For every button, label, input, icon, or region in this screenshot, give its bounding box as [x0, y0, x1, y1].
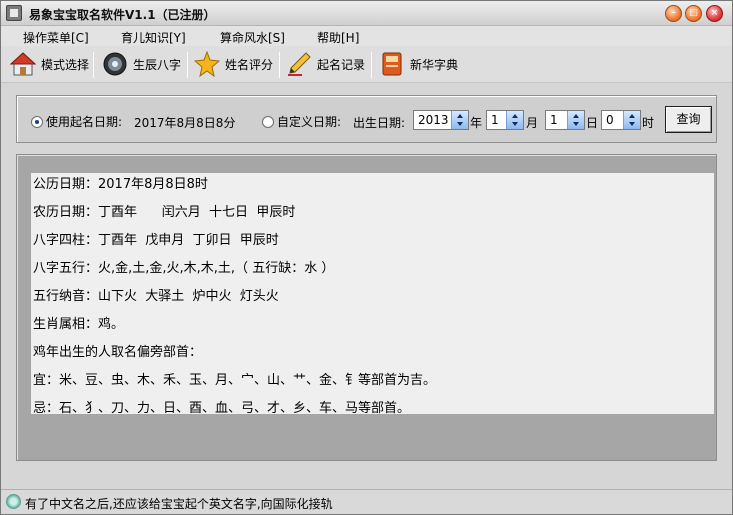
naming-date-value: 2017年8月8日8分: [134, 116, 236, 130]
result-line-four-pillars: 八字四柱：丁酉年 戊申月 丁卯日 甲辰时: [33, 233, 279, 248]
year-spinner[interactable]: 2013: [413, 110, 469, 130]
spinner-arrows-icon[interactable]: [623, 111, 640, 129]
day-spinner[interactable]: 1: [545, 110, 585, 130]
toolbar-divider: [371, 52, 372, 78]
year-unit: 年: [470, 116, 483, 130]
mode-select-label: 模式选择: [41, 57, 90, 72]
spinner-arrows-icon[interactable]: [567, 111, 584, 129]
custom-date-radio[interactable]: 自定义日期:: [262, 113, 341, 130]
hour-value: 0: [606, 113, 614, 127]
main-window: 易象宝宝取名软件V1.1（已注册） – □ × 操作菜单[C] 育儿知识[Y] …: [0, 0, 733, 515]
radio-selected-icon: [31, 115, 43, 128]
house-icon: [10, 52, 36, 76]
naming-record-button[interactable]: 起名记录: [286, 49, 365, 79]
window-title: 易象宝宝取名软件V1.1（已注册）: [29, 8, 216, 22]
day-unit: 日: [586, 116, 599, 130]
xinhua-dictionary-label: 新华字典: [410, 57, 459, 72]
month-value: 1: [491, 113, 499, 127]
result-line-bad-radicals: 忌：石、犭、刀、力、日、酉、血、弓、才、乡、车、马等部首。: [33, 401, 411, 416]
toolbar-divider: [187, 52, 188, 78]
use-naming-date-radio[interactable]: 使用起名日期:: [31, 113, 122, 130]
maximize-icon: □: [689, 8, 698, 18]
toolbar-divider: [93, 52, 94, 78]
spinner-arrows-icon[interactable]: [506, 111, 523, 129]
result-line-lunar-date: 农历日期：丁酉年 闰六月 十七日 甲辰时: [33, 205, 296, 220]
custom-date-label: 自定义日期:: [277, 115, 342, 129]
status-bar: 有了中文名之后,还应该给宝宝起个英文名字,向国际化接轨: [1, 489, 732, 514]
star-icon: [194, 51, 220, 77]
pen-icon: [288, 52, 311, 76]
result-line-nayin: 五行纳音：山下火 大驿土 炉中火 灯头火: [33, 289, 279, 304]
month-unit: 月: [526, 116, 539, 130]
birth-bazi-button[interactable]: 生辰八字: [102, 49, 181, 79]
camera-lens-icon: [103, 52, 127, 76]
result-panel: 公历日期：2017年8月8日8时 农历日期：丁酉年 闰六月 十七日 甲辰时 八字…: [16, 154, 717, 461]
result-text-area: 公历日期：2017年8月8日8时 农历日期：丁酉年 闰六月 十七日 甲辰时 八字…: [31, 173, 714, 416]
radio-unselected-icon: [262, 115, 274, 128]
query-button[interactable]: 查询: [665, 106, 712, 133]
birth-bazi-label: 生辰八字: [133, 57, 182, 72]
toolbar: 模式选择 生辰八字 姓名评分 起名记录 新华字典: [1, 46, 732, 83]
spinner-arrows-icon[interactable]: [451, 111, 468, 129]
minimize-icon: –: [671, 8, 676, 18]
menu-help[interactable]: 帮助[H]: [317, 29, 359, 46]
xinhua-dictionary-button[interactable]: 新华字典: [379, 49, 458, 79]
minimize-button[interactable]: –: [665, 5, 682, 22]
menu-fortune[interactable]: 算命风水[S]: [220, 29, 285, 46]
menu-operation[interactable]: 操作菜单[C]: [23, 29, 89, 46]
name-score-button[interactable]: 姓名评分: [194, 49, 273, 79]
use-naming-date-label: 使用起名日期:: [46, 115, 123, 129]
menu-parenting[interactable]: 育儿知识[Y]: [121, 29, 186, 46]
name-score-label: 姓名评分: [225, 57, 274, 72]
status-info-icon: [6, 494, 21, 509]
hour-spinner[interactable]: 0: [601, 110, 641, 130]
month-spinner[interactable]: 1: [486, 110, 524, 130]
naming-record-label: 起名记录: [317, 57, 366, 72]
status-message: 有了中文名之后,还应该给宝宝起个英文名字,向国际化接轨: [25, 497, 333, 511]
result-line-good-radicals: 宜：米、豆、虫、木、禾、玉、月、宀、山、艹、金、钅等部首为吉。: [33, 373, 437, 388]
close-icon: ×: [710, 8, 719, 18]
result-line-radicals-heading: 鸡年出生的人取名偏旁部首：: [33, 345, 203, 360]
birth-date-label: 出生日期:: [353, 116, 406, 130]
hour-unit: 时: [642, 116, 655, 130]
result-line-zodiac: 生肖属相：鸡。: [33, 317, 125, 332]
book-icon: [382, 52, 402, 76]
app-icon: [6, 5, 22, 21]
result-line-solar-date: 公历日期：2017年8月8日8时: [33, 177, 208, 192]
close-button[interactable]: ×: [706, 5, 723, 22]
menu-bar: 操作菜单[C] 育儿知识[Y] 算命风水[S] 帮助[H]: [1, 26, 732, 46]
maximize-button[interactable]: □: [685, 5, 702, 22]
toolbar-divider: [279, 52, 280, 78]
result-line-five-elements: 八字五行：火,金,土,金,火,木,木,土,（ 五行缺：水 ）: [33, 261, 335, 276]
date-query-panel: 使用起名日期: 2017年8月8日8分 自定义日期: 出生日期: 2013 年 …: [16, 95, 717, 143]
mode-select-button[interactable]: 模式选择: [10, 49, 89, 79]
title-bar: 易象宝宝取名软件V1.1（已注册） – □ ×: [1, 1, 732, 26]
year-value: 2013: [418, 113, 449, 127]
day-value: 1: [550, 113, 558, 127]
